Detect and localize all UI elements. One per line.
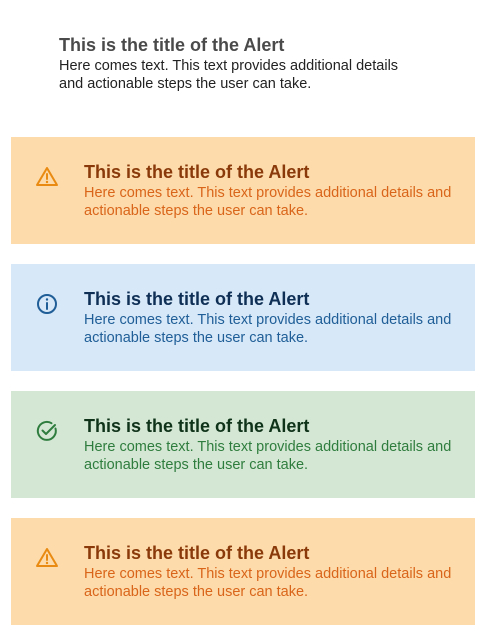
alert-text: Here comes text. This text provides addi… (84, 312, 452, 346)
warning-triangle-icon (35, 546, 59, 570)
plain-alert: This is the title of the Alert Here come… (59, 35, 419, 93)
alert-title: This is the title of the Alert (84, 162, 310, 182)
success-alert: This is the title of the Alert Here come… (11, 391, 475, 498)
warning-alert: This is the title of the Alert Here come… (11, 518, 475, 625)
warning-alert: This is the title of the Alert Here come… (11, 137, 475, 244)
warning-triangle-icon (35, 165, 59, 189)
alert-title: This is the title of the Alert (59, 35, 285, 55)
info-alert: This is the title of the Alert Here come… (11, 264, 475, 371)
alert-title: This is the title of the Alert (84, 543, 310, 563)
alert-title: This is the title of the Alert (84, 289, 310, 309)
alert-text: Here comes text. This text provides addi… (84, 185, 452, 219)
alert-text: Here comes text. This text provides addi… (84, 439, 452, 473)
info-circle-icon (35, 292, 59, 316)
alert-text: Here comes text. This text provides addi… (59, 58, 399, 92)
alert-text: Here comes text. This text provides addi… (84, 566, 452, 600)
alert-title: This is the title of the Alert (84, 416, 310, 436)
check-circle-icon (35, 419, 59, 443)
